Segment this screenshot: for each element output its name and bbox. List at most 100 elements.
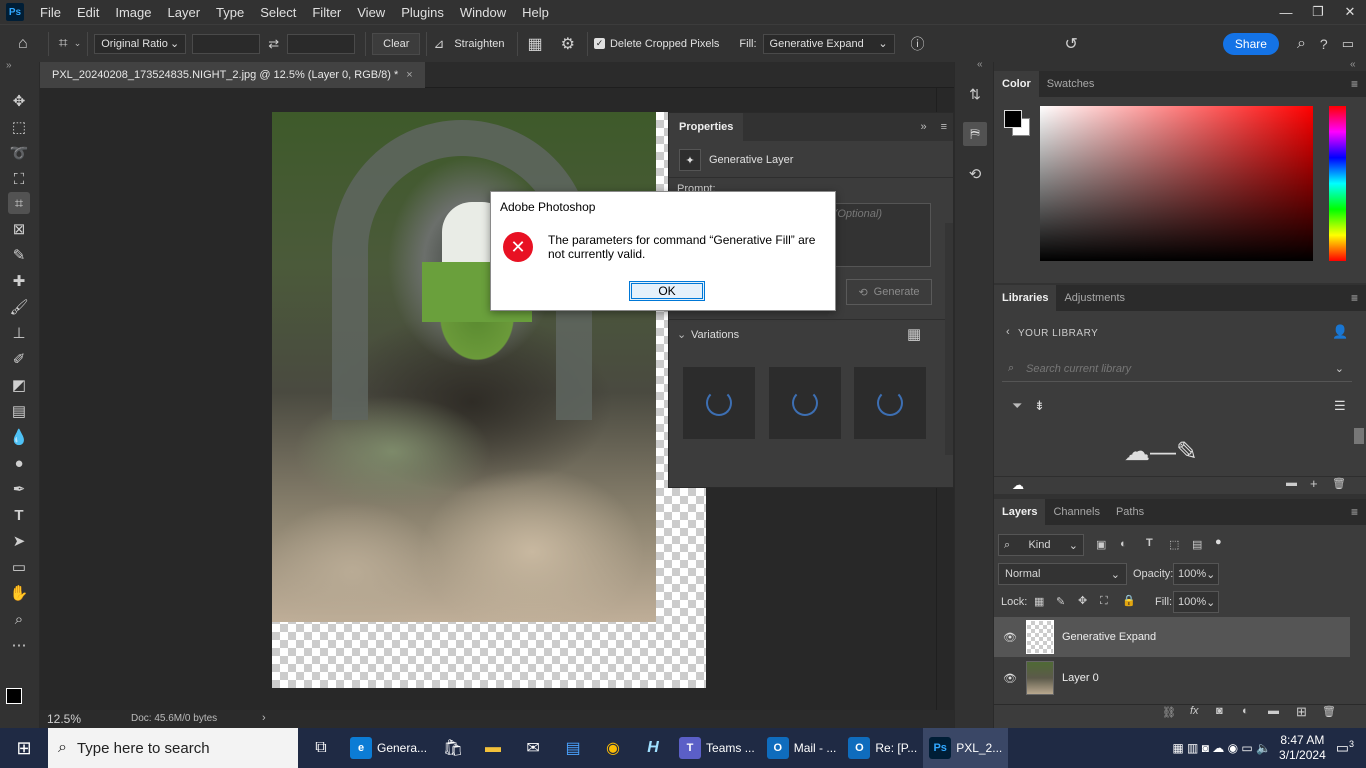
chevron-down-icon[interactable]: ⌄ <box>74 38 82 49</box>
lock-transparency-icon[interactable]: ▦ <box>1034 595 1044 608</box>
layer-comps-icon[interactable]: ⇅ <box>963 82 987 106</box>
eye-icon[interactable]: 👁 <box>994 631 1026 644</box>
tab-color[interactable]: Color <box>994 71 1039 97</box>
close-tab-icon[interactable]: × <box>406 69 412 81</box>
home-icon[interactable]: ⌂ <box>18 35 28 53</box>
clone-stamp-tool-icon[interactable]: ⊥ <box>8 322 30 344</box>
trash-icon[interactable]: 🗑 <box>1332 477 1346 490</box>
grid-overlay-icon[interactable]: ▦ <box>528 34 543 54</box>
taskbar-app-teams[interactable]: T Teams ... <box>673 728 761 768</box>
link-layers-icon[interactable]: ⛓ <box>1162 706 1176 719</box>
menu-edit[interactable]: Edit <box>69 5 107 20</box>
group-folder-icon[interactable]: ▬ <box>1268 705 1279 717</box>
file-explorer-icon[interactable]: ▬ <box>473 739 513 757</box>
layer-name[interactable]: Generative Expand <box>1062 631 1156 643</box>
clear-button[interactable]: Clear <box>372 32 421 55</box>
zoom-level[interactable]: 12.5% <box>47 712 81 726</box>
opacity-input[interactable]: 100% ⌄ <box>1173 563 1219 585</box>
collapse-icon[interactable]: « <box>1350 59 1356 70</box>
pen-tool-icon[interactable]: ✒ <box>8 478 30 500</box>
frame-tool-icon[interactable]: ⊠ <box>8 218 30 240</box>
menu-type[interactable]: Type <box>208 5 252 20</box>
properties-icon[interactable]: ⛿ <box>963 122 987 146</box>
search-icon[interactable]: ⌕ <box>1297 35 1306 53</box>
restore-icon[interactable]: ❐ <box>1302 4 1334 20</box>
more-tools-icon[interactable]: ⋯ <box>8 634 30 656</box>
store-icon[interactable]: 🛍 <box>433 738 473 758</box>
shape-filter-icon[interactable]: ⬚ <box>1169 538 1179 551</box>
type-tool-icon[interactable]: T <box>8 504 30 526</box>
taskbar-app-outlook-reply[interactable]: O Re: [P... <box>842 728 923 768</box>
menu-layer[interactable]: Layer <box>160 5 209 20</box>
object-selection-tool-icon[interactable]: ⛶ <box>8 168 30 190</box>
straighten-icon[interactable]: ⊿ <box>433 36 444 52</box>
lock-artboard-icon[interactable]: ⛶ <box>1100 595 1108 608</box>
crop-tool-icon[interactable]: ⌗ <box>8 192 30 214</box>
straighten-label[interactable]: Straighten <box>454 38 504 50</box>
your-library-label[interactable]: YOUR LIBRARY <box>1018 328 1098 339</box>
windows-start-icon[interactable]: ⊞ <box>0 738 48 759</box>
menu-file[interactable]: File <box>32 5 69 20</box>
clock[interactable]: 8:47 AM 3/1/2024 <box>1279 733 1326 763</box>
variation-thumbnail[interactable] <box>683 367 755 439</box>
tab-layers[interactable]: Layers <box>994 499 1046 525</box>
panel-menu-icon[interactable]: ≡ <box>941 121 947 133</box>
chevron-down-icon[interactable]: ⌄ <box>1335 362 1344 375</box>
layer-row[interactable]: 👁 Generative Expand <box>994 617 1350 657</box>
generate-button[interactable]: ⟲ Generate <box>846 279 932 305</box>
ok-button[interactable]: OK <box>629 281 705 301</box>
menu-image[interactable]: Image <box>107 5 159 20</box>
brush-tool-icon[interactable]: 🖌 <box>8 296 30 318</box>
filter-icon[interactable]: ⏷ <box>1012 398 1022 414</box>
tab-swatches[interactable]: Swatches <box>1039 71 1103 97</box>
move-tool-icon[interactable]: ✥ <box>8 90 30 112</box>
menu-plugins[interactable]: Plugins <box>393 5 452 20</box>
dodge-tool-icon[interactable]: ● <box>8 452 30 474</box>
notification-icon[interactable]: ▭3 <box>1336 739 1354 757</box>
type-filter-icon[interactable]: T <box>1146 537 1153 549</box>
zoom-tool-icon[interactable]: ⌕ <box>8 608 30 630</box>
trash-icon[interactable]: 🗑 <box>1322 705 1336 718</box>
chevron-left-icon[interactable]: ‹ <box>1006 326 1010 338</box>
fill-select[interactable]: Generative Expand ⌄ <box>762 33 895 54</box>
delete-cropped-checkbox[interactable]: ✓ <box>593 38 605 49</box>
reset-icon[interactable]: ↺ <box>1065 34 1078 54</box>
minimize-icon[interactable]: — <box>1270 5 1302 20</box>
user-icon[interactable]: 👤 <box>1332 324 1348 340</box>
swap-icon[interactable]: ⇄ <box>268 36 279 52</box>
menu-view[interactable]: View <box>349 5 393 20</box>
menu-window[interactable]: Window <box>452 5 514 20</box>
marquee-tool-icon[interactable]: ⬚ <box>8 116 30 138</box>
variation-thumbnail[interactable] <box>769 367 841 439</box>
tab-libraries[interactable]: Libraries <box>994 285 1057 311</box>
taskbar-search-box[interactable]: ⌕ Type here to search <box>48 728 298 768</box>
gear-icon[interactable]: ⚙ <box>561 34 575 54</box>
pixel-filter-icon[interactable]: ▣ <box>1096 538 1106 551</box>
layer-name[interactable]: Layer 0 <box>1062 672 1099 684</box>
lasso-tool-icon[interactable]: ➰ <box>8 142 30 164</box>
eye-icon[interactable]: 👁 <box>994 672 1026 685</box>
folder-icon[interactable]: ▬ <box>1286 477 1297 489</box>
blur-tool-icon[interactable]: 💧 <box>8 426 30 448</box>
lock-position-icon[interactable]: ✥ <box>1078 594 1087 607</box>
layer-style-icon[interactable]: fx <box>1190 705 1199 717</box>
task-view-icon[interactable]: ⧉ <box>298 739 344 757</box>
share-button[interactable]: Share <box>1222 32 1279 55</box>
list-view-icon[interactable]: ☰ <box>1334 398 1346 414</box>
width-input[interactable] <box>192 33 261 54</box>
lock-all-icon[interactable]: 🔒 <box>1122 594 1136 607</box>
eyedropper-tool-icon[interactable]: ✎ <box>8 244 30 266</box>
chrome-icon[interactable]: ◉ <box>593 738 633 758</box>
new-layer-icon[interactable]: ⊞ <box>1296 704 1307 720</box>
help-icon[interactable]: ? <box>1320 36 1328 52</box>
color-picker-field[interactable] <box>1040 106 1313 261</box>
expand-panel-icon[interactable]: » <box>920 121 926 133</box>
panel-menu-icon[interactable]: ≡ <box>1351 77 1358 91</box>
layer-filter-select[interactable]: ⌕ Kind ⌄ <box>998 534 1084 556</box>
tab-paths[interactable]: Paths <box>1108 499 1152 525</box>
ratio-select[interactable]: Original Ratio ⌄ <box>94 33 187 54</box>
history-brush-tool-icon[interactable]: ✐ <box>8 348 30 370</box>
menu-help[interactable]: Help <box>514 5 557 20</box>
panel-menu-icon[interactable]: ≡ <box>1351 291 1358 305</box>
tab-adjustments[interactable]: Adjustments <box>1056 285 1133 311</box>
